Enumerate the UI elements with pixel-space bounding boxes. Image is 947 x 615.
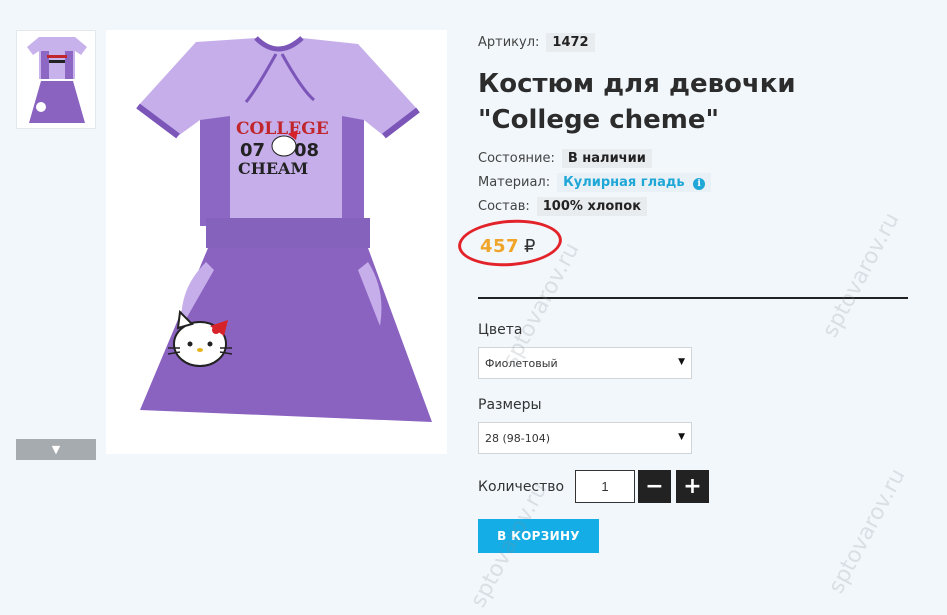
sizes-select-value: 28 (98-104) [485, 431, 551, 445]
product-thumbnail[interactable] [16, 30, 96, 129]
composition-value: 100% хлопок [536, 197, 648, 216]
article-value: 1472 [546, 33, 595, 52]
dropdown-arrow-icon: ▼ [678, 357, 685, 367]
info-icon[interactable]: i [693, 178, 706, 190]
chevron-down-icon: ▼ [51, 443, 61, 456]
minus-icon: − [645, 474, 664, 499]
watermark: sptovarov.ru [824, 464, 911, 598]
sizes-label: Размеры [478, 397, 542, 413]
svg-text:07: 07 [240, 140, 265, 161]
price-highlight-circle [456, 216, 564, 270]
quantity-label: Количество [478, 479, 565, 495]
plus-icon: + [683, 474, 702, 499]
colors-select[interactable]: Фиолетовый ▼ [478, 347, 692, 379]
sizes-select[interactable]: 28 (98-104) ▼ [478, 422, 692, 454]
add-to-cart-button[interactable]: В КОРЗИНУ [478, 519, 599, 553]
quantity-increase-button[interactable]: + [676, 470, 709, 503]
thumbnails-next-button[interactable]: ▼ [16, 439, 96, 460]
dropdown-arrow-icon: ▼ [678, 432, 685, 442]
svg-text:08: 08 [294, 140, 319, 161]
material-label: Материал: [478, 175, 551, 190]
colors-label: Цвета [478, 322, 523, 338]
colors-select-value: Фиолетовый [485, 356, 558, 370]
composition-label: Состав: [478, 199, 530, 214]
watermark: sptovarov.ru [818, 208, 905, 342]
state-row: Состояние: В наличии [478, 149, 652, 168]
divider [478, 297, 908, 299]
material-link[interactable]: Кулирная гладь i [557, 173, 712, 192]
product-main-image[interactable]: COLLEGE 07 08 CHEAM [106, 30, 447, 454]
product-title: Костюм для девочки "College cheme" [478, 69, 796, 135]
composition-row: Состав: 100% хлопок [478, 197, 648, 216]
quantity-decrease-button[interactable]: − [638, 470, 671, 503]
state-value: В наличии [561, 149, 652, 168]
quantity-input[interactable]: 1 [575, 470, 635, 503]
state-label: Состояние: [478, 151, 555, 166]
article-row: Артикул: 1472 [478, 33, 595, 52]
product-photo: COLLEGE 07 08 CHEAM [106, 30, 447, 454]
svg-text:CHEAM: CHEAM [238, 159, 308, 178]
material-row: Материал: Кулирная гладь i [478, 173, 712, 192]
article-label: Артикул: [478, 35, 540, 50]
thumbnail-image [17, 31, 95, 128]
material-value[interactable]: Кулирная гладь [563, 175, 684, 190]
